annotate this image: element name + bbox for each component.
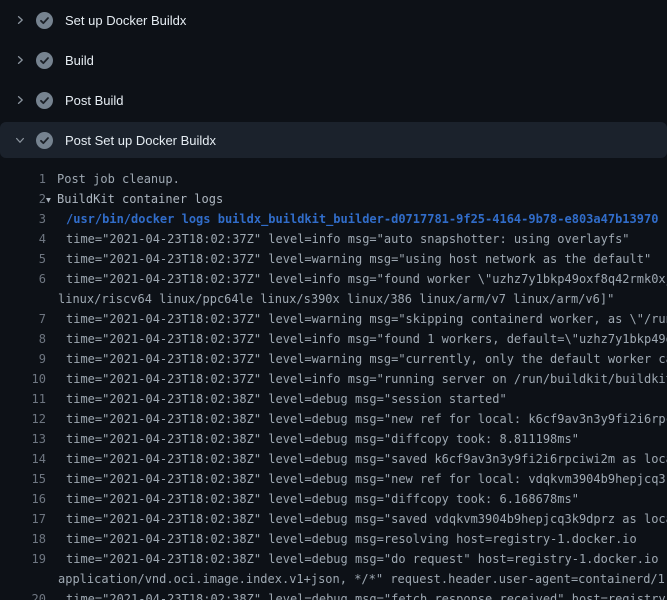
step-header-set-up-docker-buildx[interactable]: Set up Docker Buildx [0, 0, 667, 40]
step-label: Post Set up Docker Buildx [65, 134, 216, 147]
log-text: time="2021-04-23T18:02:37Z" level=info m… [66, 232, 630, 246]
log-text: application/vnd.oci.image.index.v1+json,… [58, 572, 667, 586]
log-line: 8 time="2021-04-23T18:02:37Z" level=info … [0, 329, 667, 349]
log-text: Post job cleanup. [57, 172, 180, 186]
log-line: 15 time="2021-04-23T18:02:38Z" level=debu… [0, 469, 667, 489]
line-number[interactable]: 4 [0, 232, 46, 246]
log-line: 2▼BuildKit container logs [0, 189, 667, 209]
log-text: time="2021-04-23T18:02:38Z" level=debug … [66, 492, 579, 506]
group-toggle-icon[interactable]: ▼ [46, 195, 57, 204]
log-group-title[interactable]: BuildKit container logs [57, 192, 223, 206]
log-text: time="2021-04-23T18:02:38Z" level=debug … [66, 452, 667, 466]
log-text: time="2021-04-23T18:02:38Z" level=debug … [66, 432, 579, 446]
log-line: application/vnd.oci.image.index.v1+json,… [0, 569, 667, 589]
log-line: 16 time="2021-04-23T18:02:38Z" level=debu… [0, 489, 667, 509]
line-number[interactable]: 15 [0, 472, 46, 486]
chevron-right-icon [12, 52, 28, 68]
log-text: time="2021-04-23T18:02:37Z" level=warnin… [66, 312, 667, 326]
line-number[interactable]: 13 [0, 432, 46, 446]
line-number[interactable]: 8 [0, 332, 46, 346]
log-text: time="2021-04-23T18:02:38Z" level=debug … [66, 392, 507, 406]
line-number[interactable]: 9 [0, 352, 46, 366]
line-number[interactable]: 19 [0, 552, 46, 566]
log-text: time="2021-04-23T18:02:37Z" level=info m… [66, 272, 667, 286]
log-line: 19 time="2021-04-23T18:02:38Z" level=debu… [0, 549, 667, 569]
line-number[interactable]: 18 [0, 532, 46, 546]
log-line: linux/riscv64 linux/ppc64le linux/s390x … [0, 289, 667, 309]
line-number[interactable]: 11 [0, 392, 46, 406]
log-text: time="2021-04-23T18:02:38Z" level=debug … [66, 512, 667, 526]
log-line: 14 time="2021-04-23T18:02:38Z" level=debu… [0, 449, 667, 469]
line-number[interactable]: 5 [0, 252, 46, 266]
line-number[interactable]: 3 [0, 212, 46, 226]
step-header-post-set-up-docker-buildx[interactable]: Post Set up Docker Buildx [0, 122, 667, 158]
line-number[interactable]: 6 [0, 272, 46, 286]
log-line: 20 time="2021-04-23T18:02:38Z" level=debu… [0, 589, 667, 600]
check-circle-icon [36, 52, 53, 69]
step-list: Set up Docker Buildx Build Post Build Po… [0, 0, 667, 158]
step-header-build[interactable]: Build [0, 40, 667, 80]
log-text: time="2021-04-23T18:02:37Z" level=info m… [66, 332, 667, 346]
log-text: time="2021-04-23T18:02:38Z" level=debug … [66, 592, 667, 600]
line-number[interactable]: 10 [0, 372, 46, 386]
log-line: 12 time="2021-04-23T18:02:38Z" level=debu… [0, 409, 667, 429]
chevron-right-icon [12, 92, 28, 108]
chevron-down-icon [12, 132, 28, 148]
log-text: time="2021-04-23T18:02:38Z" level=debug … [66, 532, 637, 546]
check-circle-icon [36, 12, 53, 29]
log-text: time="2021-04-23T18:02:37Z" level=info m… [66, 372, 667, 386]
log-line: 3/usr/bin/docker logs buildx_buildkit_bu… [0, 209, 667, 229]
line-number[interactable]: 12 [0, 412, 46, 426]
step-label: Set up Docker Buildx [65, 14, 186, 27]
log-output: 1 Post job cleanup. 2▼BuildKit container l… [0, 160, 667, 600]
log-text: time="2021-04-23T18:02:38Z" level=debug … [66, 412, 667, 426]
step-header-post-build[interactable]: Post Build [0, 80, 667, 120]
line-number[interactable]: 20 [0, 592, 46, 600]
line-number[interactable]: 17 [0, 512, 46, 526]
line-number[interactable]: 2 [0, 192, 46, 206]
log-line: 4 time="2021-04-23T18:02:37Z" level=info … [0, 229, 667, 249]
log-text: time="2021-04-23T18:02:37Z" level=warnin… [66, 352, 667, 366]
chevron-right-icon [12, 12, 28, 28]
log-line: 6 time="2021-04-23T18:02:37Z" level=info … [0, 269, 667, 289]
line-number[interactable]: 14 [0, 452, 46, 466]
log-line: 9 time="2021-04-23T18:02:37Z" level=warni… [0, 349, 667, 369]
log-text: time="2021-04-23T18:02:37Z" level=warnin… [66, 252, 651, 266]
log-line: 11 time="2021-04-23T18:02:38Z" level=debu… [0, 389, 667, 409]
line-number[interactable]: 7 [0, 312, 46, 326]
log-line: 10 time="2021-04-23T18:02:37Z" level=info… [0, 369, 667, 389]
log-line: 5 time="2021-04-23T18:02:37Z" level=warni… [0, 249, 667, 269]
step-label: Build [65, 54, 94, 67]
log-line: 18 time="2021-04-23T18:02:38Z" level=debu… [0, 529, 667, 549]
log-text: time="2021-04-23T18:02:38Z" level=debug … [66, 552, 667, 566]
check-circle-icon [36, 92, 53, 109]
log-line: 7 time="2021-04-23T18:02:37Z" level=warni… [0, 309, 667, 329]
workflow-log-viewer: Set up Docker Buildx Build Post Build Po… [0, 0, 667, 600]
log-text: time="2021-04-23T18:02:38Z" level=debug … [66, 472, 667, 486]
log-line: 13 time="2021-04-23T18:02:38Z" level=debu… [0, 429, 667, 449]
line-number[interactable]: 16 [0, 492, 46, 506]
log-line: 1 Post job cleanup. [0, 169, 667, 189]
line-number[interactable]: 1 [0, 172, 46, 186]
command-text: /usr/bin/docker logs buildx_buildkit_bui… [66, 212, 658, 226]
log-text: linux/riscv64 linux/ppc64le linux/s390x … [58, 292, 614, 306]
log-line: 17 time="2021-04-23T18:02:38Z" level=debu… [0, 509, 667, 529]
check-circle-icon [36, 132, 53, 149]
step-label: Post Build [65, 94, 124, 107]
